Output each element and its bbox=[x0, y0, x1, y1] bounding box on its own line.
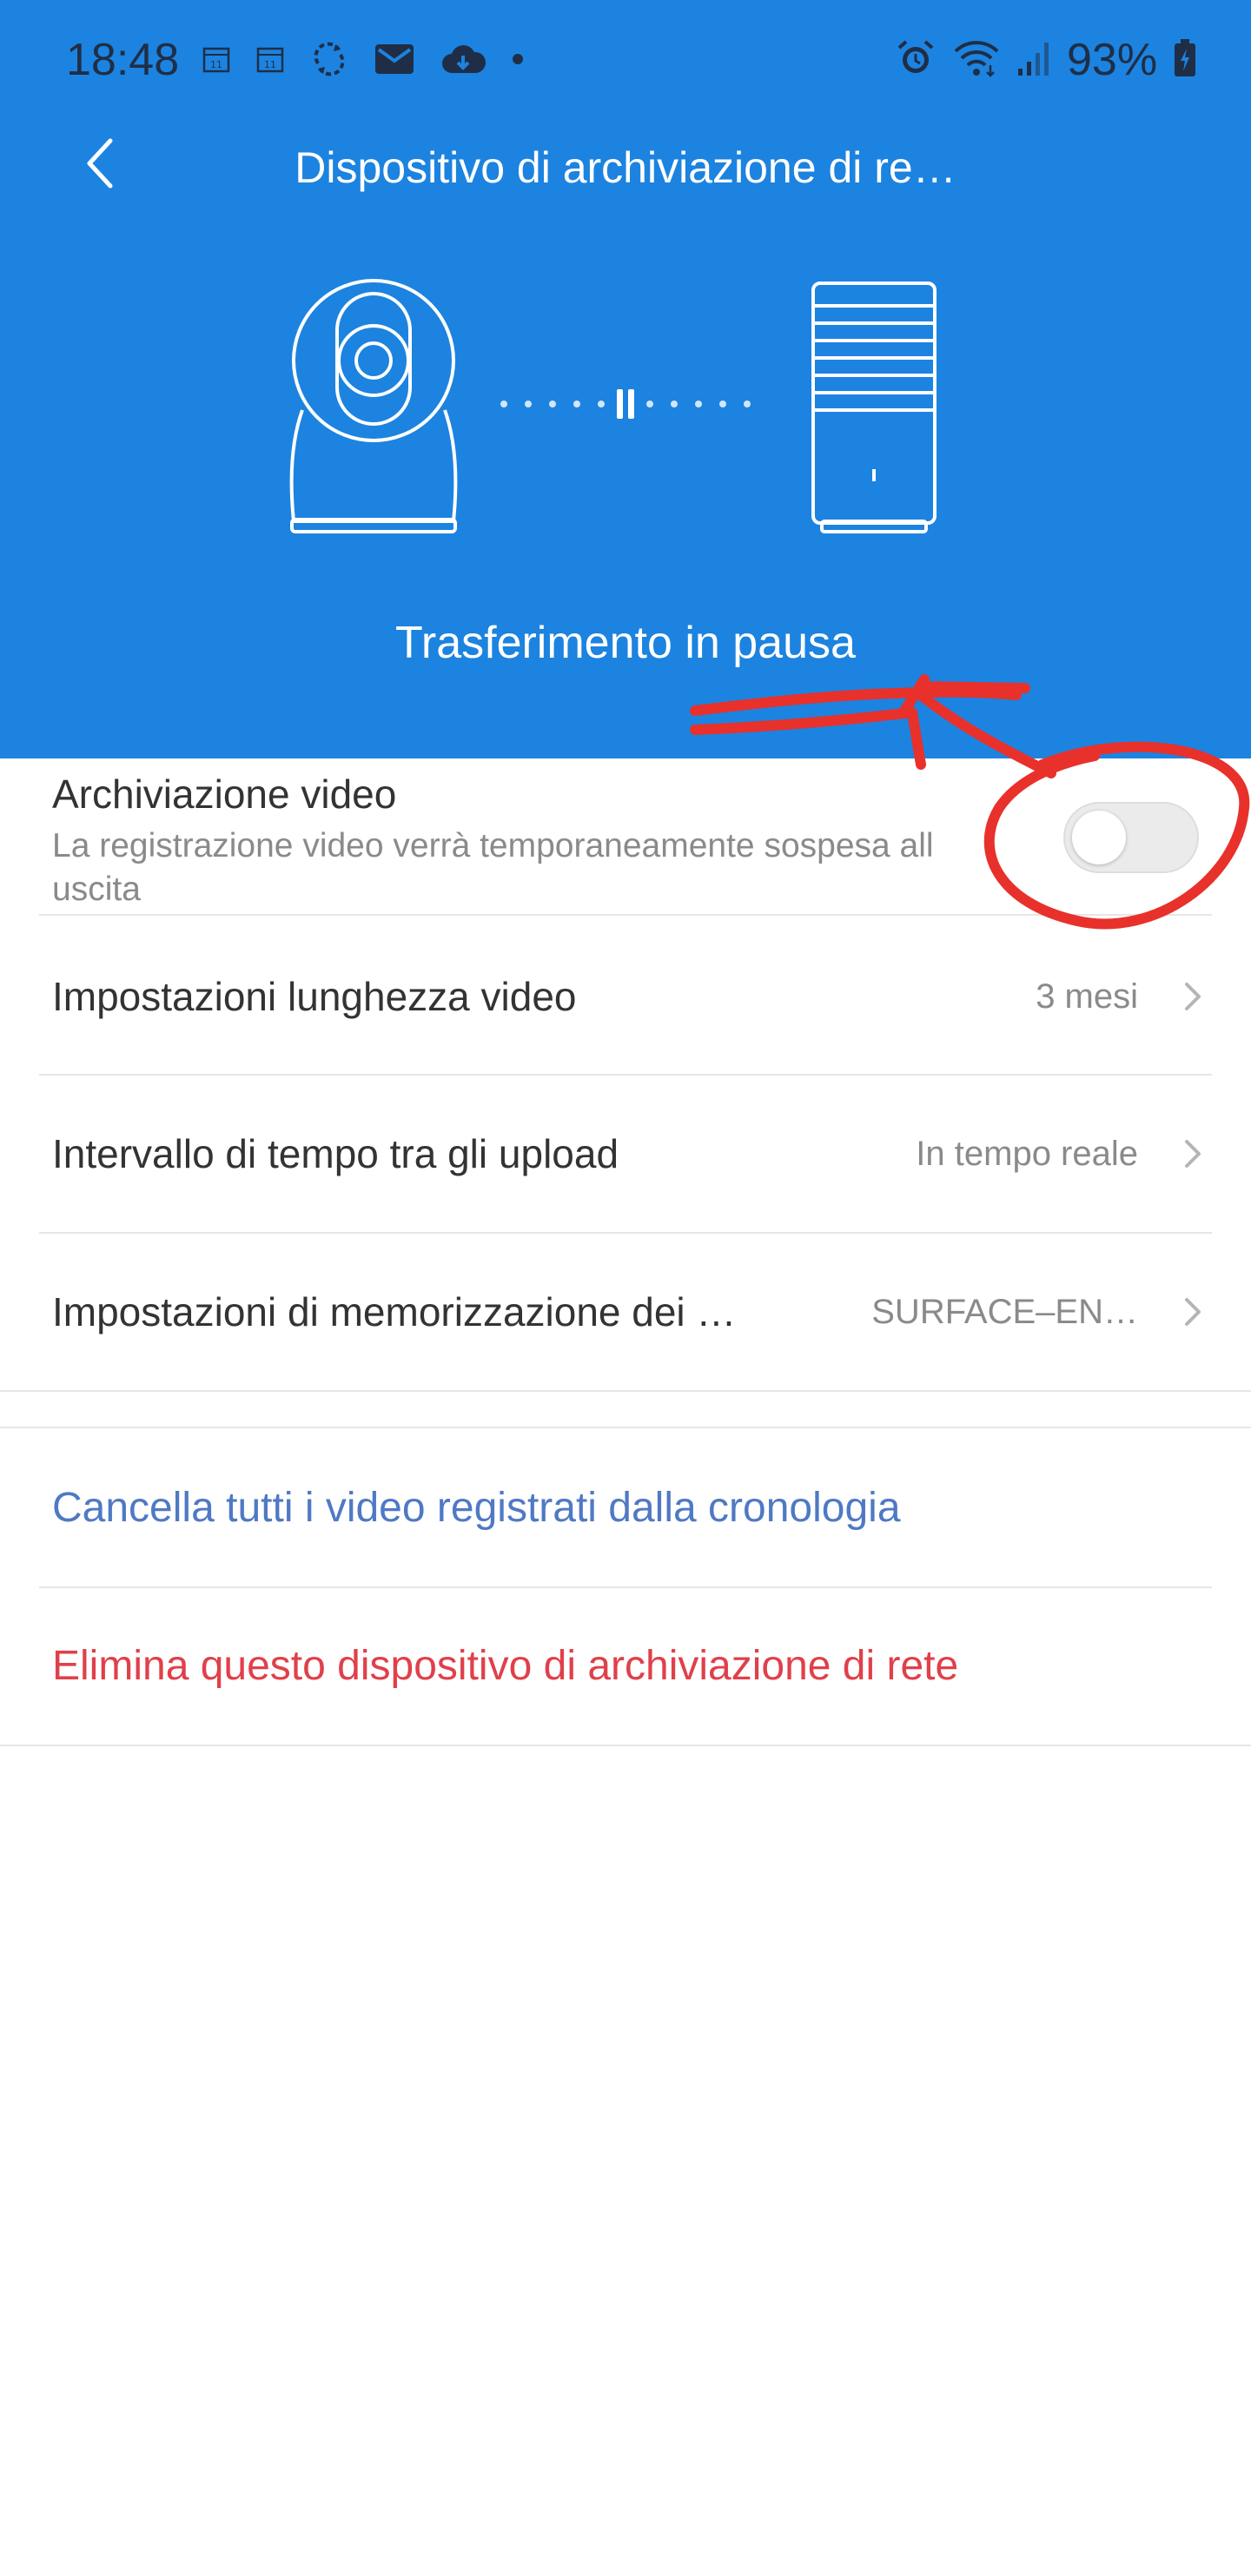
chevron-right-icon bbox=[1185, 1140, 1201, 1168]
transfer-status: Trasferimento in pausa bbox=[395, 618, 856, 668]
dot-icon bbox=[511, 52, 525, 70]
svg-text:11: 11 bbox=[264, 59, 276, 70]
divider bbox=[0, 1390, 1251, 1392]
delete-device-button[interactable]: Elimina questo dispositivo di archiviazi… bbox=[0, 1588, 1251, 1745]
chevron-right-icon bbox=[1185, 1298, 1201, 1326]
toggle-knob bbox=[1072, 811, 1126, 864]
storage-device-icon bbox=[811, 281, 937, 533]
divider bbox=[39, 914, 1212, 916]
battery-icon bbox=[1173, 38, 1197, 83]
page-title: Dispositivo di archiviazione di re… bbox=[295, 143, 956, 192]
setting-value: 3 mesi bbox=[1036, 977, 1138, 1016]
setting-row-upload-interval[interactable]: Intervallo di tempo tra gli upload In te… bbox=[0, 1076, 1251, 1232]
notification-icons: 11 11 bbox=[202, 36, 525, 85]
setting-value: SURFACE–EN… bbox=[871, 1293, 1138, 1331]
storage-toggle-title: Archiviazione video bbox=[52, 771, 397, 817]
chevron-right-icon bbox=[1185, 983, 1201, 1010]
pause-icon bbox=[617, 389, 634, 419]
signal-icon bbox=[1016, 39, 1051, 82]
chevron-left-icon bbox=[83, 136, 117, 195]
divider bbox=[0, 1427, 1251, 1428]
header-panel: 18:48 11 11 93% Dispositivo di archiviaz… bbox=[0, 0, 1251, 758]
sync-icon bbox=[309, 39, 349, 83]
setting-row-storage-location[interactable]: Impostazioni di memorizzazione dei … SUR… bbox=[0, 1234, 1251, 1390]
delete-device-label: Elimina questo dispositivo di archiviazi… bbox=[52, 1643, 959, 1689]
storage-toggle-row: Archiviazione video La registrazione vid… bbox=[0, 758, 1251, 915]
battery-percent: 93% bbox=[1067, 35, 1158, 85]
transfer-illustration bbox=[289, 279, 937, 533]
back-button[interactable] bbox=[70, 130, 130, 200]
setting-value: In tempo reale bbox=[916, 1135, 1138, 1173]
storage-toggle-switch[interactable] bbox=[1063, 802, 1199, 873]
camera-icon bbox=[289, 279, 458, 533]
mail-icon bbox=[374, 42, 415, 81]
calendar-icon: 11 bbox=[202, 44, 231, 78]
status-time: 18:48 bbox=[66, 35, 180, 85]
clear-history-label: Cancella tutti i video registrati dalla … bbox=[52, 1485, 901, 1531]
storage-toggle-subtitle: La registrazione video verrà temporaneam… bbox=[52, 827, 934, 908]
setting-label: Intervallo di tempo tra gli upload bbox=[52, 1131, 619, 1176]
calendar-icon: 11 bbox=[255, 44, 285, 78]
wifi-icon bbox=[952, 37, 1001, 83]
status-bar: 18:48 11 11 93% bbox=[0, 0, 1251, 122]
setting-label: Impostazioni di memorizzazione dei … bbox=[52, 1289, 737, 1334]
transfer-dots bbox=[500, 401, 751, 407]
clear-history-button[interactable]: Cancella tutti i video registrati dalla … bbox=[0, 1430, 1251, 1586]
cloud-icon bbox=[440, 42, 486, 81]
divider bbox=[0, 1745, 1251, 1746]
alarm-icon bbox=[895, 37, 937, 83]
system-icons: 93% bbox=[895, 33, 1197, 87]
setting-row-video-length[interactable]: Impostazioni lunghezza video 3 mesi bbox=[0, 918, 1251, 1075]
svg-text:11: 11 bbox=[210, 59, 222, 70]
setting-label: Impostazioni lunghezza video bbox=[52, 974, 577, 1019]
